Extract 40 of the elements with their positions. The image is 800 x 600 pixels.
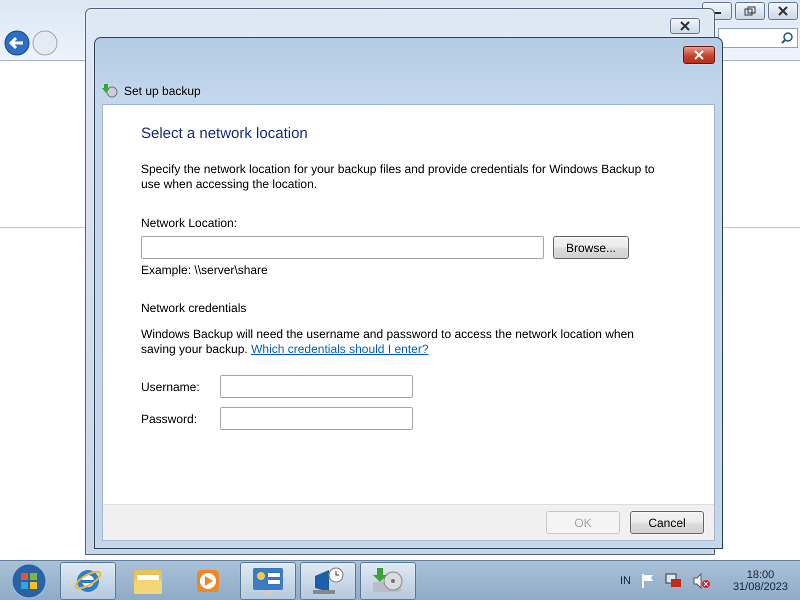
close-button[interactable]	[768, 2, 798, 20]
help-link[interactable]: Which credentials should I enter?	[251, 342, 429, 356]
taskbar-button[interactable]	[240, 562, 296, 600]
control-panel-icon	[251, 566, 285, 596]
credentials-text: Windows Backup will need the username and password to access the network location when saving your backup. Which credentials should I enter?	[141, 327, 635, 357]
taskbar-button[interactable]	[300, 562, 356, 600]
network-icon[interactable]	[664, 573, 683, 589]
close-button[interactable]	[683, 46, 715, 64]
backup-icon	[102, 82, 118, 98]
taskbar-button[interactable]	[60, 562, 116, 600]
monitor-clock-icon	[311, 566, 345, 596]
search-field[interactable]	[718, 28, 798, 48]
language-indicator[interactable]: IN	[620, 575, 631, 587]
example-text: Example: \\server\share	[141, 263, 269, 277]
field-label: Network Location:	[141, 216, 238, 230]
section-heading: Network credentials	[141, 301, 248, 315]
play-icon	[194, 567, 222, 595]
close-icon	[778, 6, 788, 16]
dialog-button[interactable]: Cancel	[630, 511, 704, 534]
intro-text: Specify the network location for your backup files and provide credentials for Windows Backup to use when accessing the location.	[141, 162, 656, 192]
text-field[interactable]	[220, 375, 413, 398]
window-title: Set up backup	[124, 84, 201, 98]
muted-speaker-icon[interactable]	[692, 573, 711, 589]
browse-button[interactable]: Browse...	[553, 236, 630, 259]
taskbar-button[interactable]	[360, 562, 416, 600]
close-button[interactable]	[670, 18, 700, 34]
clock-date: 31/08/2023	[732, 581, 788, 593]
flag-icon[interactable]	[640, 573, 655, 589]
field-label: Username:	[141, 380, 201, 394]
page-heading: Select a network location	[141, 125, 309, 142]
close-icon	[694, 50, 704, 60]
restore-icon	[744, 6, 756, 16]
search-icon	[781, 32, 793, 44]
close-icon	[680, 21, 690, 31]
restore-button[interactable]	[735, 2, 765, 20]
clock-time: 18:00	[746, 569, 774, 581]
location-field[interactable]	[141, 236, 544, 259]
text-field[interactable]	[220, 407, 413, 430]
field-label: Password:	[141, 412, 198, 426]
back-icon[interactable]	[4, 30, 30, 56]
